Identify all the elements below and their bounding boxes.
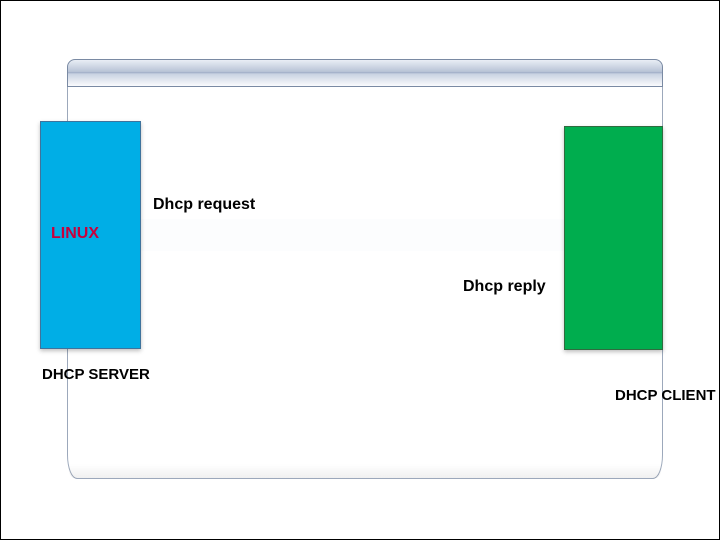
message-band — [135, 219, 571, 251]
window-titlebar — [67, 59, 663, 87]
server-caption: DHCP SERVER — [42, 366, 150, 383]
viewport: LINUX Dhcp request Dhcp reply DHCP SERVE… — [0, 0, 720, 540]
server-os-label: LINUX — [51, 225, 99, 243]
dhcp-reply-label: Dhcp reply — [463, 278, 546, 296]
client-caption: DHCP CLIENT — [615, 387, 716, 404]
dhcp-request-label: Dhcp request — [153, 196, 255, 214]
dhcp-client-box — [564, 126, 663, 350]
